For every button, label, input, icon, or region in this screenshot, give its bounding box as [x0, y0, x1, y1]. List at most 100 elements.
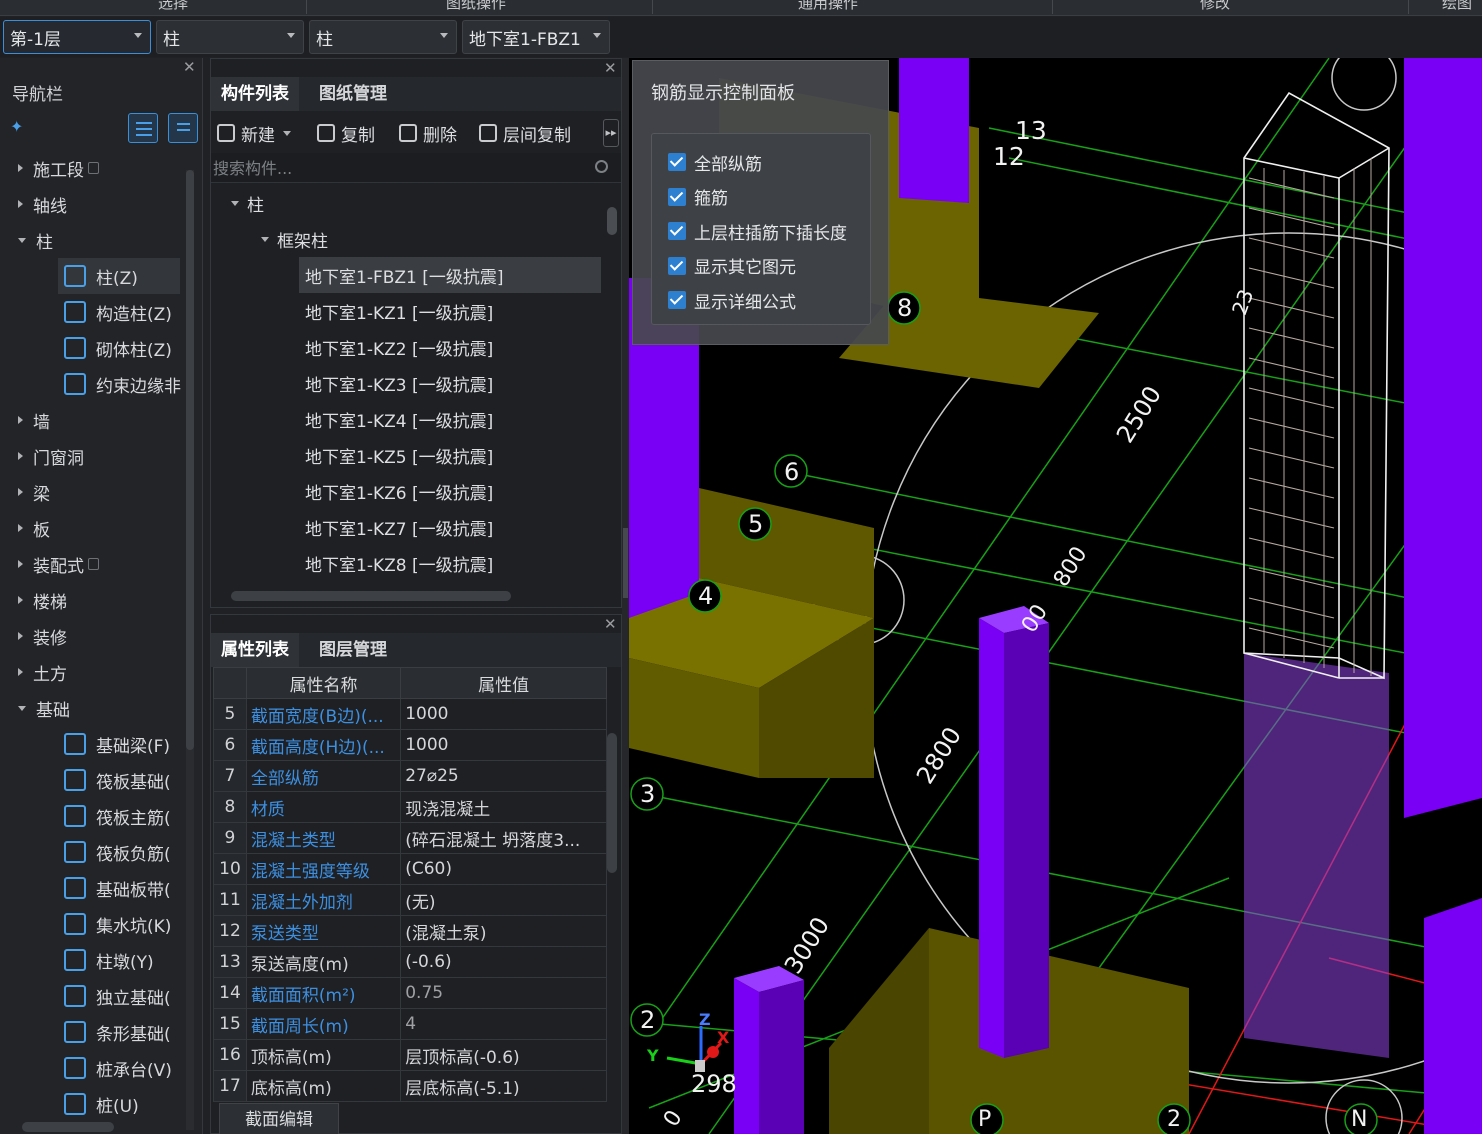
- nav-group[interactable]: 门窗洞: [0, 438, 186, 474]
- rebar-option-checkbox[interactable]: 上层柱插筋下插长度: [668, 219, 847, 244]
- nav-subitem[interactable]: 筏板负筋(: [0, 834, 186, 870]
- nav-subitem[interactable]: 柱(Z): [58, 258, 180, 294]
- property-row[interactable]: 6 截面高度(H边)(... 1000: [213, 729, 607, 761]
- property-row[interactable]: 11 混凝土外加剂 (无): [213, 884, 607, 916]
- nav-group[interactable]: 土方: [0, 654, 186, 690]
- component-select[interactable]: 地下室1-FBZ1: [462, 20, 610, 54]
- nav-horizontal-scrollbar[interactable]: [22, 1122, 114, 1132]
- component-item[interactable]: 地下室1-KZ5 [一级抗震]: [211, 437, 611, 473]
- component-item[interactable]: 地下室1-KZ4 [一级抗震]: [211, 401, 611, 437]
- nav-subitem[interactable]: 构造柱(Z): [0, 294, 186, 330]
- close-icon[interactable]: ✕: [183, 58, 196, 76]
- property-value[interactable]: 层顶标高(-0.6): [400, 1039, 607, 1071]
- property-row[interactable]: 12 泵送类型 (混凝土泵): [213, 915, 607, 947]
- floor-select[interactable]: 第-1层: [3, 20, 151, 54]
- property-row[interactable]: 17 底标高(m) 层底标高(-5.1): [213, 1070, 607, 1102]
- property-value[interactable]: 4: [400, 1008, 607, 1040]
- section-edit-button[interactable]: 截面编辑: [219, 1103, 339, 1134]
- search-input[interactable]: [213, 155, 583, 181]
- tab-property-list[interactable]: 属性列表: [211, 633, 299, 667]
- property-scrollbar[interactable]: [607, 733, 617, 873]
- checkbox-checked-icon[interactable]: [668, 291, 686, 309]
- nav-group[interactable]: 施工段: [0, 150, 186, 186]
- nav-group[interactable]: 墙: [0, 402, 186, 438]
- delete-button[interactable]: 删除: [399, 119, 457, 147]
- nav-subitem[interactable]: 桩承台(V): [0, 1050, 186, 1086]
- type-select[interactable]: 柱: [309, 20, 457, 54]
- nav-subitem[interactable]: 独立基础(: [0, 978, 186, 1014]
- floor-copy-button[interactable]: 层间复制: [479, 119, 571, 147]
- category-select[interactable]: 柱: [156, 20, 304, 54]
- property-value[interactable]: 27⌀25: [400, 760, 607, 792]
- nav-group[interactable]: 装修: [0, 618, 186, 654]
- property-row[interactable]: 15 截面周长(m) 4: [213, 1008, 607, 1040]
- nav-subitem[interactable]: 砌体柱(Z): [0, 330, 186, 366]
- property-value[interactable]: 层底标高(-5.1): [400, 1070, 607, 1102]
- checkbox-checked-icon[interactable]: [668, 222, 686, 240]
- new-button[interactable]: 新建: [217, 119, 291, 147]
- list-view-icon[interactable]: [128, 113, 158, 143]
- property-value[interactable]: (C60): [400, 853, 607, 885]
- nav-subitem[interactable]: 桩(U): [0, 1086, 186, 1122]
- property-value[interactable]: (混凝土泵): [400, 915, 607, 947]
- nav-subitem[interactable]: 集水坑(K): [0, 906, 186, 942]
- nav-subitem[interactable]: 基础板带(: [0, 870, 186, 906]
- tree-group[interactable]: 框架柱: [211, 221, 611, 257]
- close-icon[interactable]: ✕: [604, 615, 617, 633]
- menu-drawing-ops[interactable]: 图纸操作: [446, 0, 506, 13]
- tab-layer-manage[interactable]: 图层管理: [309, 633, 397, 667]
- property-row[interactable]: 8 材质 现浇混凝土: [213, 791, 607, 823]
- rebar-option-checkbox[interactable]: 全部纵筋: [668, 150, 762, 175]
- nav-subitem[interactable]: 约束边缘非: [0, 366, 186, 402]
- rebar-option-checkbox[interactable]: 显示详细公式: [668, 288, 796, 313]
- property-row[interactable]: 5 截面宽度(B边)(... 1000: [213, 698, 607, 730]
- search-icon[interactable]: [595, 160, 608, 173]
- property-row[interactable]: 14 截面面积(m²) 0.75: [213, 977, 607, 1009]
- property-value[interactable]: (无): [400, 884, 607, 916]
- component-horizontal-scrollbar[interactable]: [231, 591, 511, 601]
- panel-splitter[interactable]: [622, 58, 629, 1134]
- nav-group[interactable]: 楼梯: [0, 582, 186, 618]
- menu-draw[interactable]: 绘图: [1442, 0, 1472, 13]
- nav-group[interactable]: 轴线: [0, 186, 186, 222]
- checkbox-checked-icon[interactable]: [668, 153, 686, 171]
- property-row[interactable]: 9 混凝土类型 (碎石混凝土 坍落度3...: [213, 822, 607, 854]
- menu-general-ops[interactable]: 通用操作: [798, 0, 858, 13]
- property-value[interactable]: (碎石混凝土 坍落度3...: [400, 822, 607, 854]
- nav-scrollbar[interactable]: [186, 170, 194, 1130]
- nav-group[interactable]: 柱: [0, 222, 186, 258]
- menu-modify[interactable]: 修改: [1200, 0, 1230, 13]
- nav-subitem[interactable]: 筏板基础(: [0, 762, 186, 798]
- component-item[interactable]: 地下室1-KZ2 [一级抗震]: [211, 329, 611, 365]
- property-row[interactable]: 16 顶标高(m) 层顶标高(-0.6): [213, 1039, 607, 1071]
- copy-button[interactable]: 复制: [317, 119, 375, 147]
- rebar-option-checkbox[interactable]: 箍筋: [668, 185, 728, 209]
- component-item[interactable]: 地下室1-KZ8 [一级抗震]: [211, 545, 611, 581]
- close-icon[interactable]: ✕: [604, 59, 617, 77]
- nav-subitem[interactable]: 基础梁(F): [0, 726, 186, 762]
- nav-group[interactable]: 梁: [0, 474, 186, 510]
- tab-component-list[interactable]: 构件列表: [211, 77, 299, 111]
- component-scrollbar[interactable]: [607, 207, 617, 235]
- nav-group[interactable]: 基础: [0, 690, 186, 726]
- component-item[interactable]: 地下室1-KZ1 [一级抗震]: [211, 293, 611, 329]
- checkbox-checked-icon[interactable]: [668, 187, 686, 206]
- nav-group[interactable]: 板: [0, 510, 186, 546]
- component-item[interactable]: 地下室1-KZ3 [一级抗震]: [211, 365, 611, 401]
- menu-select[interactable]: 选择: [158, 0, 188, 13]
- component-item[interactable]: 地下室1-FBZ1 [一级抗震]: [299, 257, 601, 293]
- property-value[interactable]: 1000: [400, 729, 607, 761]
- rebar-option-checkbox[interactable]: 显示其它图元: [668, 254, 796, 278]
- pin-icon[interactable]: ✦: [10, 117, 23, 136]
- property-value[interactable]: 1000: [400, 698, 607, 730]
- tab-drawing-manage[interactable]: 图纸管理: [309, 77, 397, 111]
- property-value[interactable]: 0.75: [400, 977, 607, 1009]
- property-row[interactable]: 7 全部纵筋 27⌀25: [213, 760, 607, 792]
- more-icon[interactable]: ▸▸: [603, 119, 619, 147]
- nav-subitem[interactable]: 柱墩(Y): [0, 942, 186, 978]
- property-value[interactable]: 现浇混凝土: [400, 791, 607, 823]
- component-item[interactable]: 地下室1-KZ7 [一级抗震]: [211, 509, 611, 545]
- property-value[interactable]: (-0.6): [400, 946, 607, 978]
- nav-subitem[interactable]: 筏板主筋(: [0, 798, 186, 834]
- tree-root[interactable]: 柱: [211, 185, 611, 221]
